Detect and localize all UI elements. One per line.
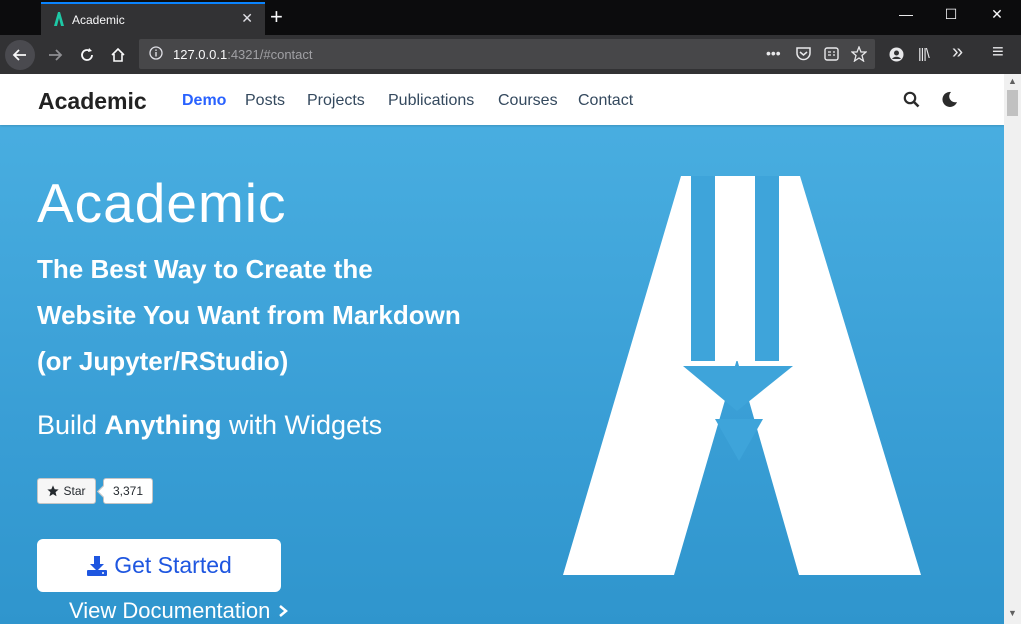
url-text[interactable]: 127.0.0.1:4321/#contact xyxy=(173,47,313,62)
browser-toolbar: 127.0.0.1:4321/#contact ••• |||\ » ≡ xyxy=(0,35,1021,74)
back-button[interactable] xyxy=(5,40,35,70)
pocket-icon[interactable] xyxy=(796,47,811,61)
hero-title: Academic xyxy=(37,172,287,234)
minimize-icon[interactable]: — xyxy=(886,6,926,22)
hero-subtitle: The Best Way to Create the Website You W… xyxy=(37,246,537,384)
page-scrollbar[interactable]: ▲ ▼ xyxy=(1004,74,1021,624)
home-button[interactable] xyxy=(103,40,133,70)
arrow-right-icon xyxy=(49,49,63,61)
scroll-up-arrow-icon[interactable]: ▲ xyxy=(1004,76,1021,90)
close-window-icon[interactable]: ✕ xyxy=(977,6,1017,23)
account-icon[interactable] xyxy=(889,47,904,62)
menu-icon[interactable]: ≡ xyxy=(992,41,1004,64)
reload-icon xyxy=(81,48,93,61)
site-brand[interactable]: Academic xyxy=(38,88,147,115)
new-tab-icon[interactable]: + xyxy=(270,4,283,30)
info-icon[interactable] xyxy=(149,46,163,60)
get-started-button[interactable]: Get Started xyxy=(37,539,281,592)
nav-item-contact[interactable]: Contact xyxy=(578,92,633,110)
hero-subtitle-line: (or Jupyter/RStudio) xyxy=(37,346,289,376)
nav-item-projects[interactable]: Projects xyxy=(307,92,365,110)
arrow-left-icon xyxy=(12,49,26,61)
nav-item-courses[interactable]: Courses xyxy=(498,92,558,110)
forward-button[interactable] xyxy=(40,40,70,70)
hero-subtitle-line: Website You Want from Markdown xyxy=(37,300,461,330)
academic-favicon-icon xyxy=(54,12,64,26)
star-icon xyxy=(47,485,60,497)
github-star-button[interactable]: Star xyxy=(37,478,96,504)
browser-tab[interactable]: Academic ✕ xyxy=(41,2,265,35)
tab-close-icon[interactable]: ✕ xyxy=(241,10,253,27)
scroll-thumb[interactable] xyxy=(1007,90,1018,116)
maximize-icon[interactable]: ☐ xyxy=(931,6,971,23)
nav-item-demo[interactable]: Demo xyxy=(182,92,226,110)
scroll-down-arrow-icon[interactable]: ▼ xyxy=(1004,608,1021,622)
nav-item-posts[interactable]: Posts xyxy=(245,92,285,110)
search-icon[interactable] xyxy=(903,91,920,108)
dark-mode-moon-icon[interactable] xyxy=(941,91,958,108)
page-actions-icon[interactable]: ••• xyxy=(766,45,781,61)
reader-icon[interactable] xyxy=(824,47,839,61)
site-navbar: Academic Demo Posts Projects Publication… xyxy=(0,74,1004,125)
academic-logo xyxy=(563,176,921,575)
bookmark-star-icon[interactable] xyxy=(851,46,867,62)
download-icon xyxy=(87,555,108,576)
address-bar[interactable]: 127.0.0.1:4321/#contact ••• xyxy=(139,39,875,69)
nav-item-publications[interactable]: Publications xyxy=(388,92,474,110)
star-label: Star xyxy=(63,484,86,498)
chevron-right-icon xyxy=(278,605,288,617)
reload-button[interactable] xyxy=(72,40,102,70)
view-documentation-link[interactable]: View Documentation xyxy=(69,598,289,624)
hero-subtitle-line: The Best Way to Create the xyxy=(37,254,373,284)
get-started-label: Get Started xyxy=(114,552,232,578)
star-count[interactable]: 3,371 xyxy=(103,478,153,504)
tab-strip: Academic ✕ + — ☐ ✕ xyxy=(0,0,1021,35)
tab-title: Academic xyxy=(72,13,125,27)
hero-tagline: Build Anything with Widgets xyxy=(37,410,383,440)
overflow-icon[interactable]: » xyxy=(952,41,963,64)
library-icon[interactable]: |||\ xyxy=(918,45,930,61)
web-page: Academic Demo Posts Projects Publication… xyxy=(0,74,1004,624)
home-icon xyxy=(111,47,125,62)
